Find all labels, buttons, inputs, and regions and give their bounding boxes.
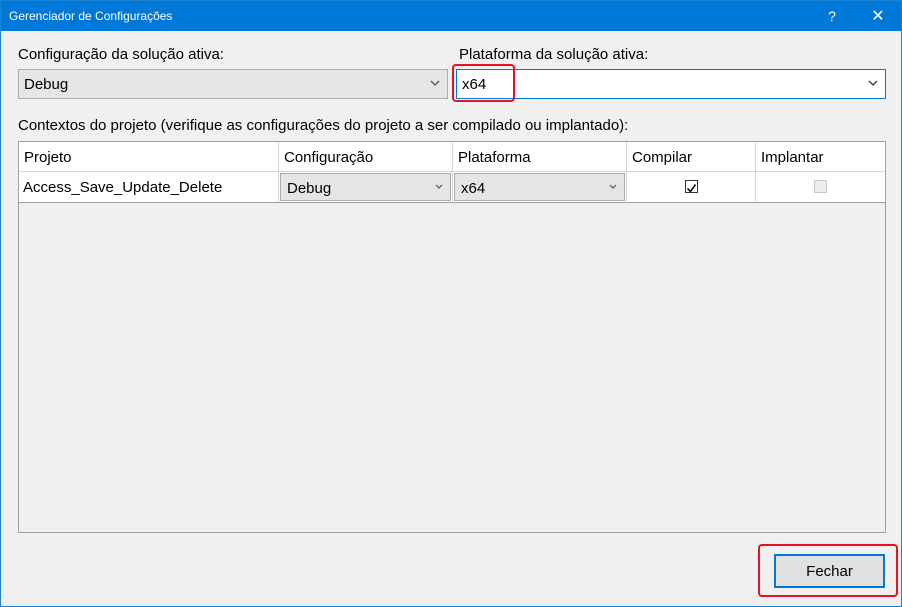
configuration-manager-dialog: Gerenciador de Configurações ? ✕ Configu… [0, 0, 902, 607]
project-contexts-grid: Projeto Configuração Plataforma Compilar… [18, 141, 886, 533]
window-title: Gerenciador de Configurações [9, 9, 173, 23]
active-config-label: Configuração da solução ativa: [18, 46, 224, 63]
project-contexts-label: Contextos do projeto (verifique as confi… [18, 117, 629, 134]
table-row: Access_Save_Update_Delete Debug x64 [19, 172, 885, 203]
chevron-down-icon [868, 80, 878, 86]
title-bar: Gerenciador de Configurações ? ✕ [1, 1, 901, 31]
close-window-button[interactable]: ✕ [855, 1, 901, 31]
chevron-down-icon [609, 184, 617, 189]
row-build-cell [627, 172, 756, 202]
build-checkbox[interactable] [685, 180, 698, 193]
active-platform-label: Plataforma da solução ativa: [459, 46, 649, 63]
close-icon: ✕ [871, 8, 885, 25]
grid-header-row: Projeto Configuração Plataforma Compilar… [19, 142, 885, 172]
row-configuration-cell: Debug [279, 172, 453, 202]
column-header-project[interactable]: Projeto [19, 142, 279, 171]
column-header-platform[interactable]: Plataforma [453, 142, 627, 171]
row-configuration-value: Debug [287, 180, 332, 197]
row-platform-cell: x64 [453, 172, 627, 202]
active-config-value: Debug [24, 76, 69, 93]
checkmark-icon [686, 184, 697, 193]
deploy-checkbox[interactable] [814, 180, 827, 193]
active-config-select[interactable]: Debug [18, 69, 448, 99]
active-platform-select[interactable]: x64 [456, 69, 886, 99]
row-platform-select[interactable]: x64 [454, 173, 625, 201]
column-header-build[interactable]: Compilar [627, 142, 756, 171]
row-configuration-select[interactable]: Debug [280, 173, 451, 201]
column-header-deploy[interactable]: Implantar [756, 142, 885, 171]
platform-highlight-box [452, 64, 515, 102]
help-button[interactable]: ? [809, 1, 855, 31]
row-platform-value: x64 [461, 180, 486, 197]
close-button-highlight-box [758, 544, 898, 597]
help-icon: ? [828, 8, 836, 24]
chevron-down-icon [435, 184, 443, 189]
project-name-cell: Access_Save_Update_Delete [19, 172, 279, 202]
row-deploy-cell [756, 172, 885, 202]
chevron-down-icon [430, 80, 440, 86]
column-header-configuration[interactable]: Configuração [279, 142, 453, 171]
